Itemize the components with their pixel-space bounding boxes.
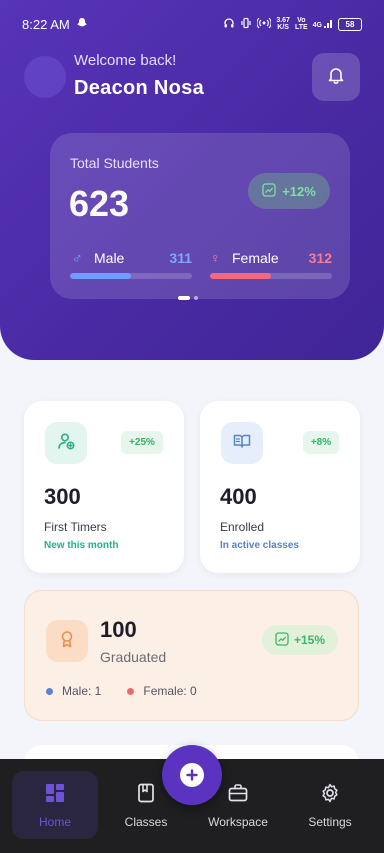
enrolled-label: Enrolled [220, 520, 265, 534]
female-progress-bar [210, 273, 332, 279]
grid-icon [44, 782, 66, 807]
signal-label: 4G [312, 22, 322, 29]
status-bar: 8:22 AM 3.67 K/S Vo LTE 4G 58 [0, 0, 384, 48]
welcome-text: Welcome back! [74, 52, 177, 69]
first-timers-subtitle: New this month [44, 540, 119, 551]
first-timers-change: +25% [121, 431, 163, 454]
header-banner: 8:22 AM 3.67 K/S Vo LTE 4G 58 Welcome ba… [0, 0, 384, 360]
carousel-dot[interactable] [194, 296, 198, 300]
battery-icon: 58 [338, 17, 362, 31]
total-students-label: Total Students [70, 155, 159, 171]
enrolled-icon-box [221, 422, 263, 464]
data-speed: 3.67 K/S [276, 17, 290, 31]
female-progress-fill [210, 273, 272, 279]
graduated-change-badge: +15% [262, 625, 338, 655]
enrolled-change: +8% [303, 431, 339, 454]
graduated-female: Female: 0 [143, 684, 197, 698]
female-icon: ♀ [210, 250, 221, 266]
growth-value: +12% [282, 183, 316, 199]
carousel-indicator [178, 296, 198, 300]
first-timers-icon-box [45, 422, 87, 464]
nav-settings-label: Settings [308, 814, 352, 829]
notebook-icon [135, 782, 157, 807]
graduated-male-item: Male: 1 [46, 684, 101, 698]
female-count: 312 [308, 250, 332, 266]
gear-icon [319, 782, 341, 807]
volte-bottom: LTE [294, 24, 308, 31]
user-name: Deacon Nosa [74, 77, 205, 99]
trending-up-icon [262, 182, 276, 200]
graduated-card[interactable]: 100 Graduated +15% Male: 1 Female: 0 [24, 590, 359, 721]
headphones-icon [223, 17, 235, 32]
clock: 8:22 AM [22, 16, 70, 32]
data-speed-unit: K/S [277, 24, 289, 31]
vibrate-icon [240, 17, 252, 32]
nav-classes-label: Classes [124, 814, 168, 829]
bell-icon [326, 65, 346, 90]
enrolled-subtitle: In active classes [220, 540, 299, 551]
male-row: ♂ Male 311 [72, 248, 192, 268]
female-row: ♀ Female 312 [210, 248, 332, 268]
signal-indicator: 4G [313, 19, 333, 29]
nav-workspace-label: Workspace [208, 814, 268, 829]
snapchat-icon [76, 17, 88, 32]
graduated-female-item: Female: 0 [127, 684, 197, 698]
award-icon [57, 629, 77, 654]
volte-indicator: Vo LTE [295, 17, 308, 31]
total-students-value: 623 [69, 183, 130, 224]
graduated-gender-legend: Male: 1 Female: 0 [46, 684, 223, 698]
first-timers-label: First Timers [44, 520, 107, 534]
open-book-icon [232, 431, 252, 456]
user-plus-icon [56, 431, 76, 456]
male-dot [46, 687, 53, 695]
graduated-value: 100 [100, 617, 137, 642]
nav-home-label: Home [38, 814, 71, 829]
dashboard-screen: 8:22 AM 3.67 K/S Vo LTE 4G 58 Welcome ba… [0, 0, 384, 853]
first-timers-card[interactable]: +25% 300 First Timers New this month [24, 401, 184, 573]
first-timers-value: 300 [44, 484, 81, 509]
status-right: 3.67 K/S Vo LTE 4G 58 [223, 17, 362, 32]
male-label: Male [94, 250, 125, 266]
volte-top: Vo [297, 17, 306, 24]
total-students-card[interactable]: Total Students 623 +12% ♂ Male 311 ♀ Fem… [50, 133, 350, 299]
graduated-change: +15% [293, 633, 326, 647]
graduated-label: Graduated [100, 649, 167, 665]
signal-icon [324, 20, 332, 28]
graduated-icon-box [46, 620, 88, 662]
hotspot-icon [256, 17, 272, 32]
graduated-male: Male: 1 [62, 684, 102, 698]
male-progress-bar [70, 273, 192, 279]
notifications-button[interactable] [312, 53, 360, 101]
male-count: 311 [169, 250, 192, 266]
avatar[interactable] [24, 56, 66, 98]
add-button[interactable] [162, 745, 222, 805]
trending-up-icon [275, 631, 289, 649]
nav-home[interactable]: Home [12, 771, 98, 839]
carousel-dot[interactable] [178, 296, 190, 300]
battery-level: 58 [345, 19, 355, 29]
enrolled-card[interactable]: +8% 400 Enrolled In active classes [200, 401, 360, 573]
female-dot [127, 687, 135, 695]
male-progress-fill [70, 273, 131, 279]
male-icon: ♂ [72, 250, 83, 266]
enrolled-value: 400 [220, 484, 257, 509]
status-left: 8:22 AM [22, 17, 88, 32]
growth-badge: +12% [248, 173, 330, 209]
female-label: Female [232, 250, 279, 266]
data-speed-value: 3.67 [276, 17, 290, 24]
briefcase-icon [227, 782, 249, 807]
plus-icon [180, 763, 204, 787]
nav-settings[interactable]: Settings [290, 771, 370, 839]
